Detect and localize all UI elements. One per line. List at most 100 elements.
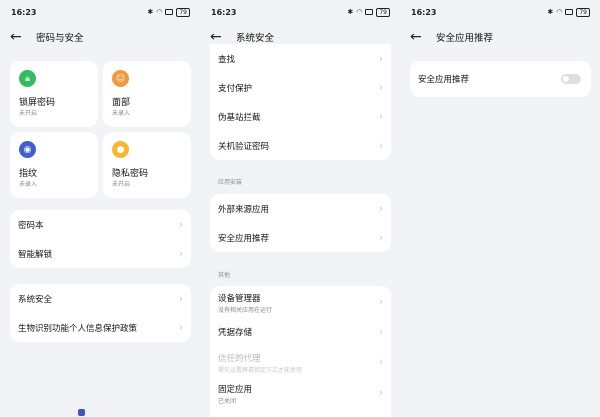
chevron-right-icon: ›: [179, 248, 183, 259]
row-credential-storage[interactable]: 凭据存储 ›: [210, 317, 391, 346]
status-time: 16:23: [411, 7, 437, 17]
wifi-icon: ◠: [356, 8, 363, 16]
settings-group-other: 设备管理器 没有相关应用在运行 › 凭据存储 › 信任的代理 需先设置屏幕锁定方…: [210, 286, 391, 417]
tile-privacy-password[interactable]: ● 隐私密码 未开启: [103, 132, 191, 198]
row-label: 固定应用: [218, 385, 253, 395]
row-biometric-privacy-policy[interactable]: 生物识别功能个人信息保护政策 ›: [10, 313, 191, 342]
settings-group-recommend: 安全应用推荐: [410, 61, 591, 97]
tile-status: 未录入: [112, 110, 131, 117]
row-device-manager[interactable]: 设备管理器 没有相关应用在运行 ›: [210, 286, 391, 317]
tile-label: 面部: [112, 98, 131, 108]
battery-icon: 79: [176, 7, 190, 17]
row-label: 密码本: [18, 220, 44, 231]
status-bar: 16:23 ✱ ◠ 79: [11, 6, 190, 18]
row-system-security[interactable]: 系统安全 ›: [10, 284, 191, 313]
back-arrow-icon[interactable]: ←: [410, 30, 428, 44]
settings-group-security: 查找 › 支付保护 › 伪基站拦截 › 关机验证密码 ›: [210, 44, 391, 160]
chevron-right-icon: ›: [179, 293, 183, 304]
chevron-right-icon: ›: [379, 203, 383, 214]
status-icons: ✱ ◠ 79: [347, 7, 390, 17]
page-title: 密码与安全: [36, 33, 84, 44]
chevron-right-icon: ›: [179, 322, 183, 333]
back-arrow-icon[interactable]: ←: [10, 30, 28, 44]
row-sublabel: 没有相关应用在运行: [218, 307, 273, 314]
bluetooth-icon: ✱: [547, 8, 554, 16]
row-label: 安全应用推荐: [218, 233, 270, 244]
row-security-app-recommend-toggle[interactable]: 安全应用推荐: [410, 61, 591, 97]
row-fake-base-station-block[interactable]: 伪基站拦截 ›: [210, 102, 391, 131]
status-icons: ✱ ◠ 79: [547, 7, 590, 17]
chevron-right-icon: ›: [379, 82, 383, 93]
chevron-right-icon: ›: [379, 326, 383, 337]
tile-label: 隐私密码: [112, 169, 149, 179]
tile-lock-screen-password[interactable]: 🔒︎ 锁屏密码 未开启: [10, 61, 98, 127]
row-shutdown-verify-password[interactable]: 关机验证密码 ›: [210, 131, 391, 160]
row-label: 外部来源应用: [218, 204, 270, 215]
row-external-source-apps[interactable]: 外部来源应用 ›: [210, 194, 391, 223]
face-icon: ☺︎: [112, 70, 129, 87]
row-pin-app[interactable]: 固定应用 已关闭 ›: [210, 377, 391, 408]
chevron-right-icon: ›: [379, 356, 383, 367]
page-title: 系统安全: [236, 33, 275, 44]
row-password-book[interactable]: 密码本 ›: [10, 210, 191, 239]
battery-icon: 79: [576, 7, 590, 17]
sim-icon: [165, 9, 174, 15]
lock-icon: 🔒︎: [19, 70, 36, 87]
section-header-other: 其他: [218, 272, 231, 279]
row-label: 设备管理器: [218, 294, 261, 304]
row-label: 查找: [218, 54, 236, 65]
battery-icon: 79: [376, 7, 390, 17]
status-time: 16:23: [11, 7, 37, 17]
wifi-icon: ◠: [556, 8, 563, 16]
settings-group-2: 系统安全 › 生物识别功能个人信息保护政策 ›: [10, 284, 191, 342]
sim-icon: [565, 9, 574, 15]
panel-system-security: 16:23 ✱ ◠ 79 ← 系统安全 查找 › 支付保护 › 伪基站拦截 › …: [200, 0, 400, 417]
watermark-logo-icon: [78, 409, 85, 416]
tile-face[interactable]: ☺︎ 面部 未录入: [103, 61, 191, 127]
status-icons: ✱ ◠ 79: [147, 7, 190, 17]
row-label: 伪基站拦截: [218, 112, 261, 123]
tile-status: 未开启: [112, 181, 131, 188]
sim-icon: [365, 9, 374, 15]
wifi-icon: ◠: [156, 8, 163, 16]
settings-group-app-install: 外部来源应用 › 安全应用推荐 ›: [210, 194, 391, 252]
back-arrow-icon[interactable]: ←: [210, 30, 228, 44]
panel-security-app-recommend: 16:23 ✱ ◠ 79 ← 安全应用推荐 安全应用推荐: [400, 0, 600, 417]
row-label: 安全应用推荐: [418, 75, 470, 85]
row-label: 支付保护: [218, 83, 253, 94]
row-label: 智能解锁: [18, 249, 53, 260]
chevron-right-icon: ›: [179, 219, 183, 230]
row-sublabel: 需先设置屏幕锁定方式才能使用: [218, 367, 303, 374]
toggle-knob: [563, 76, 569, 82]
row-trust-agents: 信任的代理 需先设置屏幕锁定方式才能使用 ›: [210, 346, 391, 377]
row-security-app-recommend[interactable]: 安全应用推荐 ›: [210, 223, 391, 252]
fingerprint-icon: ◉: [19, 141, 36, 158]
tile-status: 未录入: [19, 181, 38, 188]
chevron-right-icon: ›: [379, 111, 383, 122]
chevron-right-icon: ›: [379, 53, 383, 64]
settings-group-1: 密码本 › 智能解锁 ›: [10, 210, 191, 268]
recommend-toggle-switch[interactable]: [561, 74, 581, 84]
chevron-right-icon: ›: [379, 140, 383, 151]
tile-label: 锁屏密码: [19, 98, 56, 108]
tile-label: 指纹: [19, 169, 38, 179]
row-label: 信任的代理: [218, 354, 261, 364]
row-payment-protection[interactable]: 支付保护 ›: [210, 73, 391, 102]
page-title: 安全应用推荐: [436, 33, 494, 44]
row-smart-unlock[interactable]: 智能解锁 ›: [10, 239, 191, 268]
watermark: [78, 408, 118, 417]
row-label: 关机验证密码: [218, 141, 270, 152]
tile-status: 未开启: [19, 110, 38, 117]
bluetooth-icon: ✱: [147, 8, 154, 16]
row-sublabel: 已关闭: [218, 398, 237, 405]
status-bar: 16:23 ✱ ◠ 79: [411, 6, 590, 18]
tile-fingerprint[interactable]: ◉ 指纹 未录入: [10, 132, 98, 198]
bluetooth-icon: ✱: [347, 8, 354, 16]
status-time: 16:23: [211, 7, 237, 17]
privacy-key-icon: ●: [112, 141, 129, 158]
panel-password-security: 16:23 ✱ ◠ 79 ← 密码与安全 🔒︎ 锁屏密码 未开启 ☺︎ 面部 未…: [0, 0, 200, 417]
chevron-right-icon: ›: [379, 296, 383, 307]
row-label: 系统安全: [18, 294, 53, 305]
chevron-right-icon: ›: [379, 232, 383, 243]
row-find[interactable]: 查找 ›: [210, 44, 391, 73]
